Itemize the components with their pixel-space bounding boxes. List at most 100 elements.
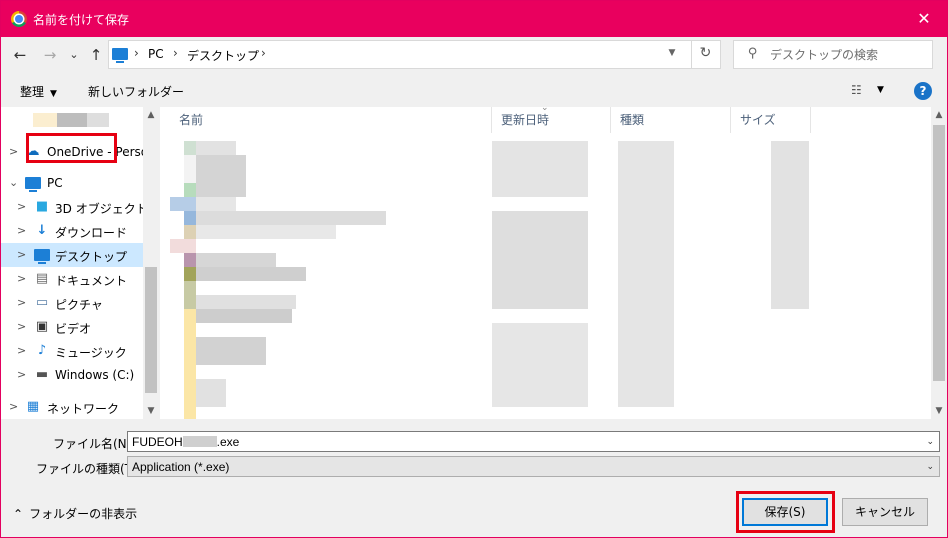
chevron-down-icon[interactable]: ⌄	[9, 176, 18, 189]
redacted-block	[184, 141, 196, 155]
search-input[interactable]	[770, 45, 925, 64]
tree-item-label: PC	[47, 176, 63, 190]
tree-item-music[interactable]: > ♪ ミュージック	[1, 339, 143, 363]
recent-locations-button[interactable]: ⌄	[63, 45, 85, 65]
hide-folders-label: フォルダーの非表示	[29, 507, 138, 521]
redacted-block	[196, 141, 236, 155]
redacted-block	[184, 183, 196, 197]
address-dropdown-button[interactable]: ▼	[661, 40, 683, 69]
cancel-button[interactable]: キャンセル	[842, 498, 928, 526]
filetype-value: Application (*.exe)	[132, 460, 230, 474]
scroll-up-icon[interactable]: ▲	[931, 107, 947, 123]
chevron-right-icon[interactable]: >	[17, 224, 26, 237]
address-bar[interactable]: › PC › デスクトップ ›	[108, 40, 721, 69]
scrollbar-thumb[interactable]	[145, 267, 157, 393]
hide-folders-button[interactable]: ⌃ フォルダーの非表示	[13, 505, 137, 522]
column-header-size[interactable]: サイズ	[731, 107, 811, 133]
search-box[interactable]: ⚲	[733, 40, 933, 69]
chevron-right-icon[interactable]: >	[17, 296, 26, 309]
chevron-up-icon: ⌃	[13, 507, 24, 521]
tree-item-label: ダウンロード	[55, 226, 128, 240]
redacted-block	[196, 155, 246, 197]
back-button[interactable]: ←	[9, 45, 31, 65]
save-as-dialog: 名前を付けて保存 ✕ ← → ⌄ ↑ › PC › デスクトップ › ▼ ↻ ⚲…	[0, 0, 948, 538]
redacted-block	[196, 225, 336, 239]
download-arrow-icon: ↓	[36, 223, 48, 238]
tree-item-windows-c[interactable]: > ▬ Windows (C:)	[1, 363, 143, 387]
chevron-right-icon[interactable]: >	[17, 200, 26, 213]
redacted-block	[182, 436, 217, 447]
redacted-block	[618, 141, 674, 407]
nav-pane-scrollbar[interactable]: ▲ ▼	[143, 107, 158, 419]
column-header-date[interactable]: 更新日時	[492, 107, 611, 133]
redacted-block	[196, 309, 292, 323]
redacted-block	[184, 281, 196, 309]
chevron-right-icon[interactable]: >	[9, 400, 18, 413]
filetype-select[interactable]: Application (*.exe) ⌄	[127, 456, 940, 477]
tree-item-network[interactable]: > ▦ ネットワーク	[1, 395, 143, 419]
highlight-annotation	[26, 133, 117, 163]
file-list-scrollbar[interactable]: ▲ ▼	[931, 107, 947, 419]
filename-input[interactable]: FUDEOH .exe ⌄	[127, 431, 940, 452]
tree-item-desktop[interactable]: > デスクトップ	[1, 243, 143, 267]
breadcrumb-separator: ›	[173, 46, 178, 60]
redacted-block	[184, 211, 196, 225]
help-button[interactable]: ?	[914, 82, 932, 100]
chevron-right-icon[interactable]: >	[17, 272, 26, 285]
chevron-right-icon[interactable]: >	[17, 248, 26, 261]
tree-item-pictures[interactable]: > ▭ ピクチャ	[1, 291, 143, 315]
redacted-block	[492, 141, 588, 197]
pc-icon	[25, 177, 41, 193]
new-folder-button[interactable]: 新しいフォルダー	[88, 83, 184, 100]
tree-item-label: ドキュメント	[55, 274, 128, 288]
organize-button[interactable]: 整理 ▼	[20, 83, 57, 100]
filetype-label: ファイルの種類(T):	[36, 462, 141, 476]
up-button[interactable]: ↑	[85, 45, 107, 65]
tree-item-label: ピクチャ	[55, 298, 103, 312]
search-icon: ⚲	[748, 46, 758, 61]
redacted-block	[771, 141, 809, 309]
caret-down-icon[interactable]: ▼	[877, 85, 884, 95]
chevron-right-icon[interactable]: >	[9, 145, 18, 158]
chevron-right-icon[interactable]: >	[17, 368, 26, 381]
tree-item-3d-objects[interactable]: > ■ 3D オブジェクト	[1, 195, 148, 219]
network-icon: ▦	[26, 399, 40, 414]
tree-item-downloads[interactable]: > ↓ ダウンロード	[1, 219, 143, 243]
breadcrumb-separator: ›	[134, 46, 139, 60]
redacted-block	[196, 379, 226, 407]
organize-label: 整理	[20, 85, 45, 99]
redacted-block	[184, 267, 196, 281]
redacted-block	[184, 309, 196, 419]
pc-icon	[112, 48, 128, 63]
scroll-down-icon[interactable]: ▼	[931, 403, 947, 419]
music-note-icon: ♪	[37, 343, 47, 358]
forward-button[interactable]: →	[39, 45, 61, 65]
tree-item-label: ミュージック	[55, 346, 127, 360]
filename-prefix: FUDEOH	[132, 435, 183, 449]
chevron-right-icon[interactable]: >	[17, 320, 26, 333]
cube-icon: ■	[35, 199, 49, 214]
column-header-type[interactable]: 種類	[611, 107, 731, 133]
chevron-right-icon[interactable]: >	[17, 344, 26, 357]
redacted-block	[196, 337, 266, 365]
tree-item-documents[interactable]: > ▤ ドキュメント	[1, 267, 143, 291]
scroll-up-icon[interactable]: ▲	[143, 107, 158, 123]
breadcrumb-desktop[interactable]: デスクトップ	[187, 47, 259, 64]
view-options-icon[interactable]: ☷	[851, 83, 862, 97]
tree-item-label: ネットワーク	[47, 402, 120, 416]
breadcrumb-pc[interactable]: PC	[148, 47, 164, 61]
film-icon: ▣	[35, 319, 49, 334]
chevron-down-icon[interactable]: ⌄	[926, 436, 934, 447]
column-header-name[interactable]: 名前	[170, 107, 492, 133]
tree-item-label: ビデオ	[55, 322, 92, 336]
tree-item-videos[interactable]: > ▣ ビデオ	[1, 315, 143, 339]
scrollbar-thumb[interactable]	[933, 125, 945, 381]
redacted-block	[492, 323, 588, 407]
close-button[interactable]: ✕	[901, 1, 947, 37]
tree-item-label: 3D オブジェクト	[55, 202, 148, 216]
refresh-button[interactable]: ↻	[691, 40, 719, 69]
scroll-down-icon[interactable]: ▼	[143, 403, 158, 419]
tree-item-pc[interactable]: ⌄ PC	[1, 171, 143, 195]
chevron-down-icon[interactable]: ⌄	[926, 461, 934, 472]
filename-suffix: .exe	[216, 435, 240, 449]
